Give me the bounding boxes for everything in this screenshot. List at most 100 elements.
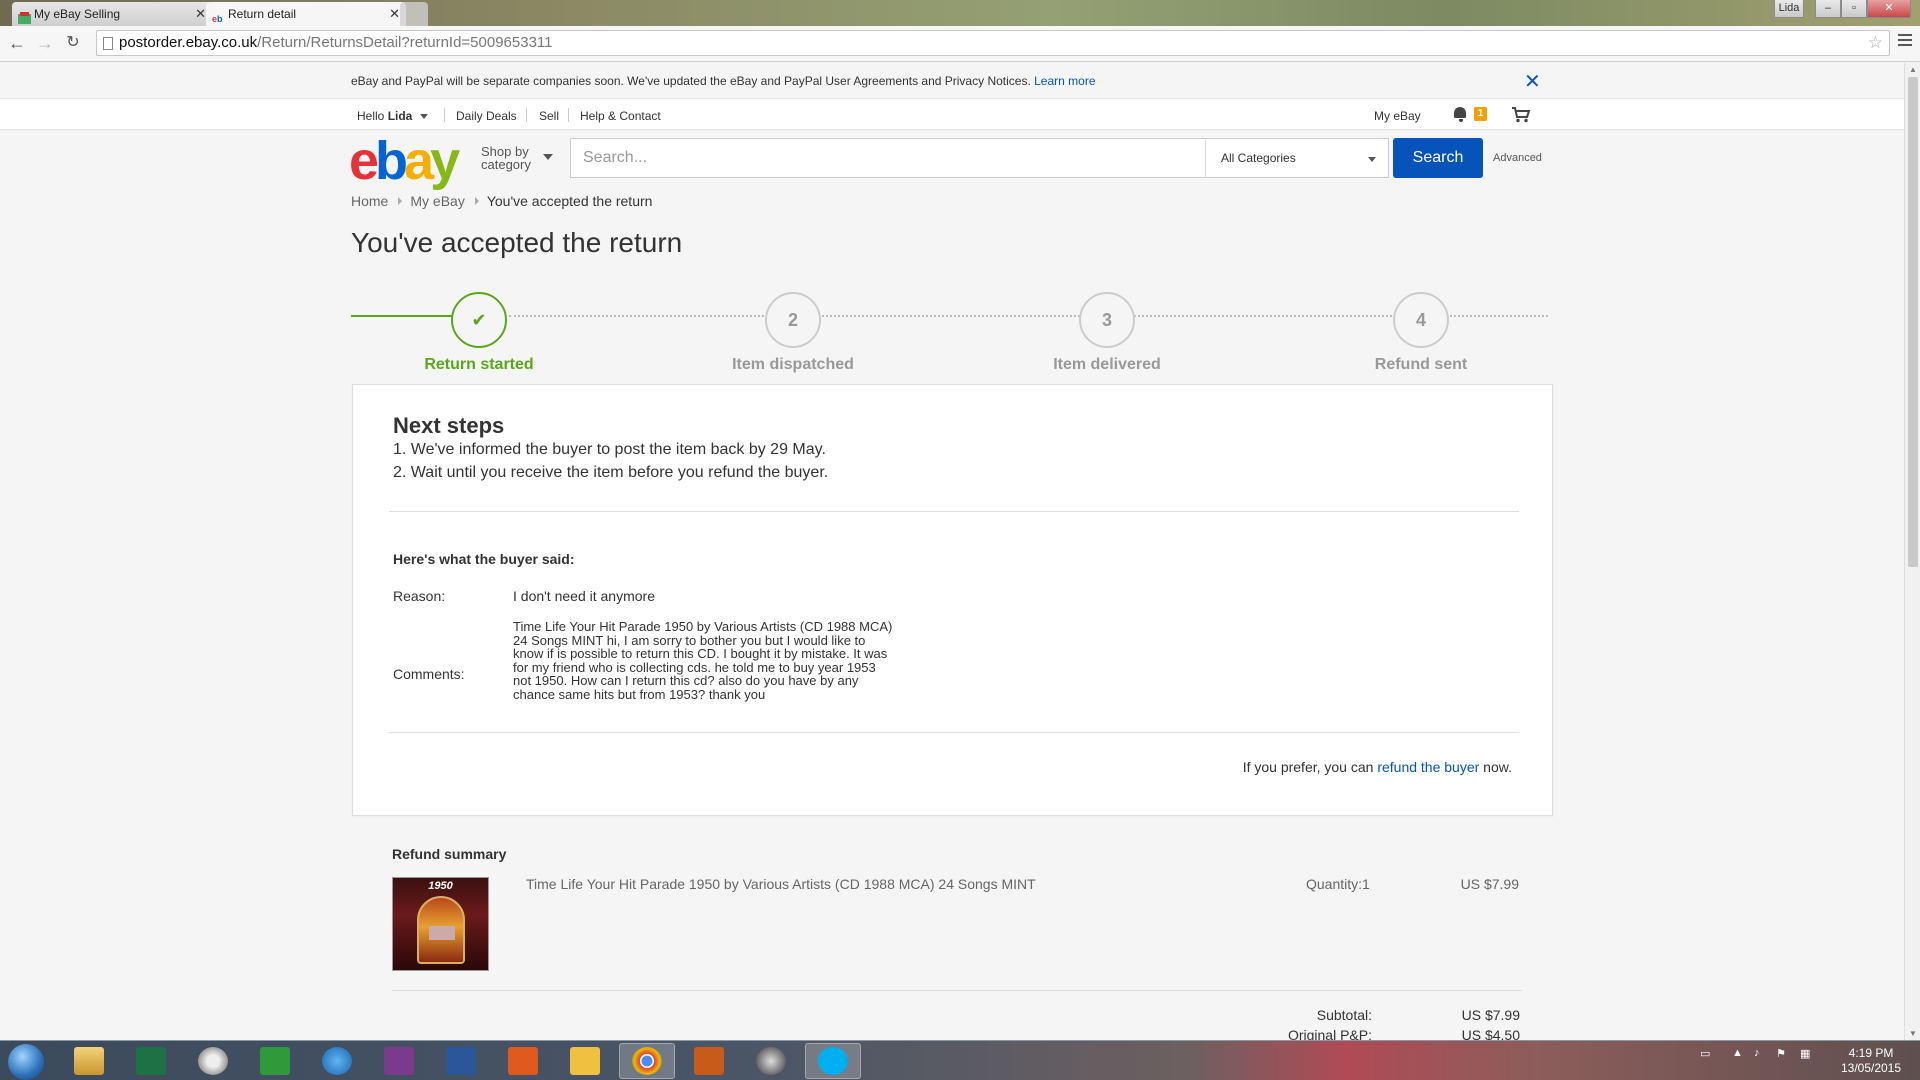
app-icon[interactable]: [260, 1047, 290, 1075]
media-disc-icon[interactable]: [198, 1047, 228, 1075]
next-steps-card: Next steps 1. We've informed the buyer t…: [352, 384, 1553, 816]
buyer-said-heading: Here's what the buyer said:: [393, 551, 575, 567]
skype-icon: [818, 1047, 848, 1075]
keyboard-icon[interactable]: ▭: [1700, 1047, 1710, 1060]
page-icon: [103, 37, 113, 50]
next-step-item: 1. We've informed the buyer to post the …: [393, 441, 826, 458]
ebay-logo[interactable]: ebay: [349, 131, 460, 191]
reason-label: Reason:: [393, 588, 446, 604]
chrome-icon: [632, 1047, 662, 1075]
system-clock[interactable]: 4:19 PM 13/05/2015: [1826, 1046, 1916, 1076]
cc4-icon[interactable]: [508, 1047, 538, 1075]
bookmark-star-icon[interactable]: ☆: [1868, 31, 1883, 55]
app-icon[interactable]: [756, 1047, 786, 1075]
hello-text: Hello: [357, 109, 388, 123]
close-window-button[interactable]: ✕: [1867, 0, 1911, 18]
excel-icon[interactable]: [136, 1047, 166, 1075]
file-explorer-icon[interactable]: [74, 1047, 104, 1075]
forward-arrow-icon[interactable]: →: [34, 32, 56, 54]
refund-prompt-before: If you prefer, you can: [1242, 759, 1378, 775]
start-button[interactable]: [8, 1044, 44, 1080]
logo-letter: a: [404, 131, 434, 191]
cart-icon[interactable]: [1512, 107, 1531, 123]
page-title: You've accepted the return: [351, 227, 683, 258]
search-input[interactable]: Search...: [570, 138, 1206, 178]
word-icon[interactable]: [446, 1047, 476, 1075]
internet-explorer-icon[interactable]: [322, 1047, 352, 1075]
app-icon[interactable]: [694, 1047, 724, 1075]
browser-menu-icon[interactable]: [1898, 34, 1912, 49]
refund-buyer-link[interactable]: refund the buyer: [1377, 759, 1479, 775]
step-label: Item delivered: [1053, 356, 1161, 373]
sell-link[interactable]: Sell: [539, 109, 559, 123]
search-button[interactable]: Search: [1393, 138, 1483, 178]
step-label: Return started: [424, 356, 534, 373]
maximize-button[interactable]: ▫: [1841, 0, 1867, 18]
windows-taskbar: ▭ ▲ ♪ ⚑ ▦ 4:19 PM 13/05/2015: [0, 1040, 1920, 1080]
my-ebay-link[interactable]: My eBay: [1374, 109, 1421, 123]
url-path: /Return/ReturnsDetail?returnId=500965331…: [257, 34, 553, 51]
close-tab-icon[interactable]: ✕: [389, 2, 400, 26]
reason-value: I don't need it anymore: [513, 588, 655, 604]
user-greeting[interactable]: Hello Lida: [357, 109, 428, 123]
shop-by-category-label: Shop by category: [481, 144, 531, 172]
tab-return-detail[interactable]: eb Return detail ✕: [206, 2, 406, 26]
logo-letter: b: [375, 131, 408, 191]
close-tab-icon[interactable]: ✕: [195, 2, 206, 26]
subtotal-label: Subtotal:: [1316, 1007, 1372, 1023]
reload-icon[interactable]: ↻: [62, 32, 84, 54]
logo-letter: y: [430, 131, 460, 191]
bell-icon[interactable]: [1454, 107, 1468, 122]
volume-icon[interactable]: ♪: [1754, 1047, 1760, 1059]
category-select[interactable]: All Categories: [1205, 138, 1389, 178]
learn-more-link[interactable]: Learn more: [1034, 74, 1095, 88]
close-notice-icon[interactable]: ✕: [1524, 69, 1541, 94]
page-viewport: eBay and PayPal will be separate compani…: [0, 63, 1904, 1040]
advanced-search-link[interactable]: Advanced: [1493, 152, 1542, 164]
onenote-icon[interactable]: [384, 1047, 414, 1075]
tab-my-ebay-selling[interactable]: My eBay Selling ✕: [12, 2, 212, 26]
divider: [392, 990, 1522, 991]
tab-label: Return detail: [228, 7, 297, 21]
step-return-started: ✔ Return started: [379, 292, 579, 374]
scroll-down-icon[interactable]: ▼: [1909, 1029, 1917, 1038]
ebay-favicon-icon: [18, 8, 31, 24]
browser-tab-strip: My eBay Selling ✕ eb Return detail ✕ Lid…: [0, 0, 1920, 26]
step-number: 4: [1393, 292, 1449, 348]
network-icon[interactable]: ▦: [1800, 1047, 1810, 1060]
thumbnail-year: 1950: [428, 880, 453, 892]
vertical-scrollbar[interactable]: ▲ ▼: [1904, 63, 1920, 1040]
scroll-up-icon[interactable]: ▲: [1909, 65, 1917, 74]
notification-badge[interactable]: 1: [1474, 107, 1487, 121]
shop-by-category-button[interactable]: Shop by category: [481, 144, 553, 172]
return-progress-tracker: ✔ Return started 2 Item dispatched 3 Ite…: [351, 284, 1548, 373]
show-hidden-icons[interactable]: ▲: [1732, 1047, 1743, 1059]
media-player-icon[interactable]: [570, 1047, 600, 1075]
item-quantity: Quantity:1: [1306, 876, 1370, 892]
tab-label: My eBay Selling: [34, 7, 121, 21]
breadcrumb: Home My eBay You've accepted the return: [351, 193, 658, 209]
comments-label: Comments:: [393, 666, 465, 682]
clock-date: 13/05/2015: [1840, 1061, 1902, 1075]
help-contact-link[interactable]: Help & Contact: [580, 109, 661, 123]
flag-icon[interactable]: ⚑: [1776, 1047, 1786, 1060]
breadcrumb-home[interactable]: Home: [351, 193, 388, 209]
breadcrumb-my-ebay[interactable]: My eBay: [410, 193, 464, 209]
scrollbar-thumb[interactable]: [1908, 77, 1918, 567]
item-title[interactable]: Time Life Your Hit Parade 1950 by Variou…: [526, 876, 1036, 892]
back-arrow-icon[interactable]: ←: [6, 32, 28, 54]
ebay-favicon-icon: eb: [212, 8, 225, 24]
next-steps-heading: Next steps: [393, 413, 505, 438]
divider: [568, 108, 569, 122]
original-pp-value: US $4.50: [1461, 1027, 1520, 1040]
logo-letter: e: [349, 131, 379, 191]
minimize-button[interactable]: –: [1815, 0, 1841, 18]
comments-value: Time Life Your Hit Parade 1950 by Variou…: [513, 619, 893, 702]
checkmark-icon: ✔: [451, 292, 507, 348]
new-tab-button[interactable]: [400, 2, 428, 26]
daily-deals-link[interactable]: Daily Deals: [456, 109, 517, 123]
divider: [389, 732, 1519, 733]
user-badge[interactable]: Lida: [1774, 0, 1804, 18]
item-thumbnail[interactable]: 1950: [392, 877, 489, 971]
address-bar[interactable]: postorder.ebay.co.uk/Return/ReturnsDetai…: [96, 30, 1890, 56]
